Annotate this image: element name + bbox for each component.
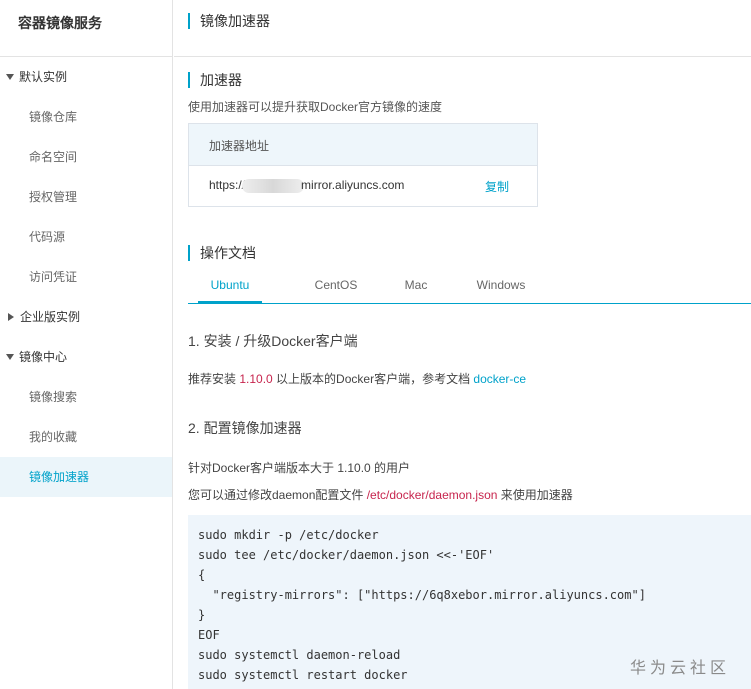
code-line: sudo mkdir -p /etc/docker [198, 528, 379, 542]
tab-centos[interactable]: CentOS [296, 278, 376, 303]
step1-text-b: 以上版本的Docker客户端，参考文档 [272, 372, 474, 386]
step2-text2-a: 您可以通过修改daemon配置文件 [188, 488, 367, 502]
step2-text2-b: 来使用加速器 [497, 488, 573, 502]
accelerator-address-header: 加速器地址 [189, 124, 537, 166]
code-line: sudo tee /etc/docker/daemon.json <<-'EOF… [198, 548, 495, 562]
caret-down-icon [6, 73, 14, 80]
tab-windows[interactable]: Windows [458, 278, 544, 303]
sidebar-item-repositories[interactable]: 镜像仓库 [0, 97, 172, 137]
nav-group-label: 企业版实例 [20, 310, 81, 324]
sidebar-item-image-accelerator[interactable]: 镜像加速器 [0, 457, 172, 497]
accelerator-address-prefix: https:// [209, 178, 246, 192]
code-line: { [198, 568, 206, 582]
caret-down-icon [6, 353, 14, 360]
sidebar-item-authorization[interactable]: 授权管理 [0, 177, 172, 217]
sidebar-item-my-favorites[interactable]: 我的收藏 [0, 417, 172, 457]
caret-right-icon [8, 312, 14, 321]
sidebar-item-image-search[interactable]: 镜像搜索 [0, 377, 172, 417]
tab-mac[interactable]: Mac [388, 278, 444, 303]
accelerator-description: 使用加速器可以提升获取Docker官方镜像的速度 [188, 100, 443, 114]
content-body: 加速器 使用加速器可以提升获取Docker官方镜像的速度 加速器地址 https… [174, 72, 751, 689]
accelerator-address-row: https:// mirror.aliyuncs.com 复制 [189, 166, 537, 206]
code-line: "registry-mirrors": ["https://6q8xebor.m… [198, 588, 646, 602]
docker-ce-link[interactable]: docker-ce [473, 372, 526, 386]
sidebar-item-access-credentials[interactable]: 访问凭证 [0, 257, 172, 297]
nav-group-image-center[interactable]: 镜像中心 [0, 337, 172, 377]
step1-text-a: 推荐安装 [188, 372, 240, 386]
sidebar-item-namespaces[interactable]: 命名空间 [0, 137, 172, 177]
main-content: 镜像加速器 加速器 使用加速器可以提升获取Docker官方镜像的速度 加速器地址… [174, 0, 751, 689]
daemon-json-path: /etc/docker/daemon.json [366, 488, 498, 502]
accelerator-address-box: 加速器地址 https:// mirror.aliyuncs.com 复制 [188, 123, 538, 207]
step2-text2: 您可以通过修改daemon配置文件 /etc/docker/daemon.jso… [188, 486, 751, 503]
os-tabs: Ubuntu CentOS Mac Windows [188, 278, 751, 304]
nav-group-enterprise-instance[interactable]: 企业版实例 [0, 297, 172, 337]
page-title: 镜像加速器 [188, 13, 751, 29]
page-header: 镜像加速器 [174, 0, 751, 57]
nav-group-label: 镜像中心 [19, 350, 68, 364]
step1-title: 1. 安装 / 升级Docker客户端 [188, 333, 358, 349]
watermark: 华为云社区 [630, 658, 731, 677]
docs-section-title: 操作文档 [188, 245, 751, 261]
step2-text1: 针对Docker客户端版本大于 1.10.0 的用户 [188, 461, 411, 475]
step1-version: 1.10.0 [239, 372, 273, 386]
accelerator-section-title: 加速器 [188, 72, 751, 88]
sidebar-item-code-source[interactable]: 代码源 [0, 217, 172, 257]
code-line: } [198, 608, 206, 622]
tab-ubuntu[interactable]: Ubuntu [198, 278, 262, 303]
accelerator-address-suffix: mirror.aliyuncs.com [301, 178, 405, 192]
sidebar: 容器镜像服务 默认实例 镜像仓库 命名空间 授权管理 代码源 访问凭证 企业版实… [0, 0, 173, 689]
sidebar-title: 容器镜像服务 [0, 0, 172, 57]
sidebar-nav: 默认实例 镜像仓库 命名空间 授权管理 代码源 访问凭证 企业版实例 镜像中心 … [0, 57, 172, 497]
nav-group-default-instance[interactable]: 默认实例 [0, 57, 172, 97]
copy-button[interactable]: 复制 [485, 178, 509, 195]
nav-group-label: 默认实例 [19, 70, 68, 84]
step2-title: 2. 配置镜像加速器 [188, 420, 302, 436]
code-line: EOF [198, 628, 220, 642]
step1-text: 推荐安装 1.10.0 以上版本的Docker客户端，参考文档 docker-c… [188, 370, 751, 387]
redacted-blur [242, 178, 305, 193]
